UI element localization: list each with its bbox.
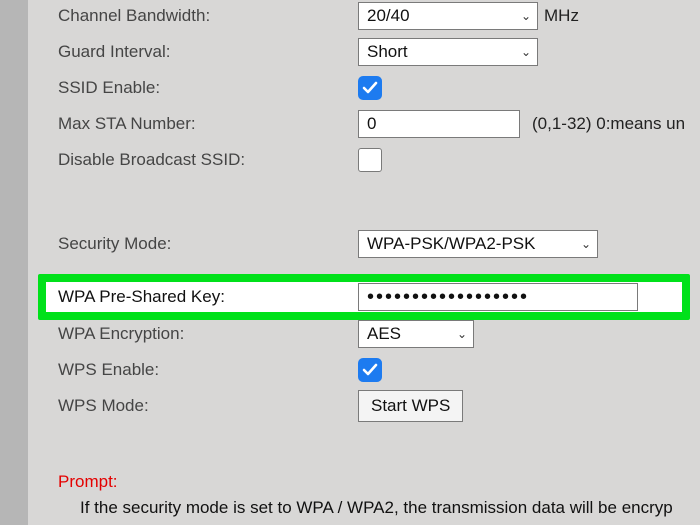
prompt-line-2: Key length can be set to 8-63. Requires … (80, 521, 700, 525)
row-wpa-encryption: WPA Encryption: AES ⌄ (28, 318, 700, 350)
row-channel-bandwidth: Channel Bandwidth: 20/40 ⌄ MHz (28, 0, 700, 32)
select-guard-interval-value: Short (367, 42, 408, 62)
select-guard-interval[interactable]: Short ⌄ (358, 38, 538, 66)
label-wpa-key: WPA Pre-Shared Key: (46, 287, 358, 307)
checkbox-ssid-enable[interactable] (358, 76, 382, 100)
row-max-sta: Max STA Number: 0 (0,1-32) 0:means un (28, 108, 700, 140)
checkbox-wps-enable[interactable] (358, 358, 382, 382)
label-wps-mode: WPS Mode: (28, 396, 358, 416)
checkbox-disable-broadcast[interactable] (358, 148, 382, 172)
select-channel-bandwidth-value: 20/40 (367, 6, 410, 26)
row-guard-interval: Guard Interval: Short ⌄ (28, 36, 700, 68)
hint-max-sta: (0,1-32) 0:means un (532, 114, 685, 134)
row-security-mode: Security Mode: WPA-PSK/WPA2-PSK ⌄ (28, 228, 700, 260)
select-security-mode-value: WPA-PSK/WPA2-PSK (367, 234, 535, 254)
row-disable-broadcast: Disable Broadcast SSID: (28, 144, 700, 176)
label-security-mode: Security Mode: (28, 234, 358, 254)
chevron-down-icon: ⌄ (521, 9, 531, 23)
row-wps-mode: WPS Mode: Start WPS (28, 390, 700, 422)
input-wpa-key-value: •••••••••••••••••• (367, 287, 529, 307)
chevron-down-icon: ⌄ (457, 327, 467, 341)
select-wpa-encryption-value: AES (367, 324, 401, 344)
prompt-body: If the security mode is set to WPA / WPA… (28, 492, 700, 525)
chevron-down-icon: ⌄ (581, 237, 591, 251)
input-wpa-key[interactable]: •••••••••••••••••• (358, 283, 638, 311)
label-max-sta: Max STA Number: (28, 114, 358, 134)
select-channel-bandwidth[interactable]: 20/40 ⌄ (358, 2, 538, 30)
input-max-sta-value: 0 (367, 114, 376, 134)
suffix-mhz: MHz (544, 6, 579, 26)
label-disable-broadcast: Disable Broadcast SSID: (28, 150, 358, 170)
label-ssid-enable: SSID Enable: (28, 78, 358, 98)
select-security-mode[interactable]: WPA-PSK/WPA2-PSK ⌄ (358, 230, 598, 258)
row-wpa-key-highlighted: WPA Pre-Shared Key: •••••••••••••••••• (38, 274, 690, 320)
label-wpa-encryption: WPA Encryption: (28, 324, 358, 344)
label-guard-interval: Guard Interval: (28, 42, 358, 62)
chevron-down-icon: ⌄ (521, 45, 531, 59)
check-icon (362, 362, 378, 378)
row-wps-enable: WPS Enable: (28, 354, 700, 386)
button-start-wps[interactable]: Start WPS (358, 390, 463, 422)
check-icon (362, 80, 378, 96)
prompt-line-1: If the security mode is set to WPA / WPA… (80, 496, 700, 521)
input-max-sta[interactable]: 0 (358, 110, 520, 138)
row-ssid-enable: SSID Enable: (28, 72, 700, 104)
button-start-wps-label: Start WPS (371, 396, 450, 416)
select-wpa-encryption[interactable]: AES ⌄ (358, 320, 474, 348)
label-wps-enable: WPS Enable: (28, 360, 358, 380)
label-channel-bandwidth: Channel Bandwidth: (28, 6, 358, 26)
prompt-title: Prompt: (28, 472, 700, 492)
wireless-settings-panel: Channel Bandwidth: 20/40 ⌄ MHz Guard Int… (28, 0, 700, 525)
